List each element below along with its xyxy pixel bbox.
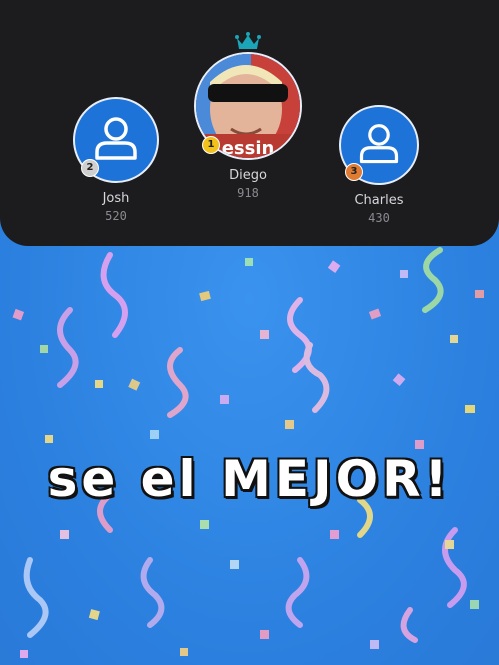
leaderboard-player-first[interactable]: essin 1 Diego 918 (194, 32, 302, 200)
player-score: 430 (368, 211, 390, 225)
player-name: Josh (102, 191, 130, 206)
player-name: Charles (354, 193, 404, 208)
player-name: Diego (229, 168, 267, 183)
photo-text: essin (222, 138, 275, 158)
avatar: essin 1 (194, 32, 302, 160)
player-score: 918 (237, 186, 259, 200)
avatar: 2 (73, 97, 159, 183)
rank-number: 1 (207, 139, 215, 150)
rank-badge: 2 (81, 159, 99, 177)
rank-badge: 3 (345, 163, 363, 181)
rank-badge: 1 (202, 136, 220, 154)
slogan-text: se el MEJOR! (47, 450, 452, 508)
rank-number: 2 (86, 162, 94, 173)
player-score: 520 (105, 209, 127, 223)
crown-icon (235, 32, 261, 49)
rank-number: 3 (350, 166, 358, 177)
leaderboard-player-second[interactable]: 2 Josh 520 (73, 97, 159, 223)
leaderboard-player-third[interactable]: 3 Charles 430 (339, 105, 419, 225)
person-icon (95, 117, 137, 160)
avatar: 3 (339, 105, 419, 185)
person-icon (359, 124, 399, 164)
leaderboard-panel: 2 Josh 520 essin 1 Diego 918 3 Charles 4… (0, 0, 499, 246)
